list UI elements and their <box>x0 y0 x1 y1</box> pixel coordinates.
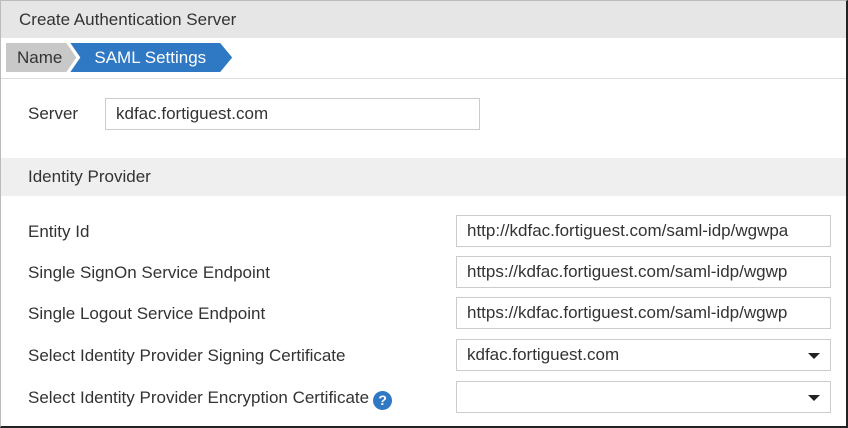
signing-cert-label: Select Identity Provider Signing Certifi… <box>28 346 346 365</box>
chevron-down-icon <box>808 395 820 401</box>
signing-cert-select[interactable]: kdfac.fortiguest.com <box>456 339 831 371</box>
encryption-cert-select[interactable] <box>456 381 831 413</box>
encryption-cert-label: Select Identity Provider Encryption Cert… <box>28 388 370 407</box>
breadcrumb: Name SAML Settings <box>6 43 232 72</box>
dialog-title: Create Authentication Server <box>1 1 846 38</box>
entity-id-input[interactable]: http://kdfac.fortiguest.com/saml-idp/wgw… <box>456 215 831 247</box>
slo-endpoint-label: Single Logout Service Endpoint <box>28 304 266 323</box>
breadcrumb-step-name[interactable]: Name <box>6 43 76 72</box>
signing-cert-value: kdfac.fortiguest.com <box>467 345 620 364</box>
encryption-cert-label-row: Select Identity Provider Encryption Cert… <box>28 388 393 410</box>
server-label: Server <box>28 104 79 123</box>
chevron-down-icon <box>808 353 820 359</box>
server-input[interactable]: kdfac.fortiguest.com <box>105 98 480 130</box>
sso-endpoint-input[interactable]: https://kdfac.fortiguest.com/saml-idp/wg… <box>456 256 831 288</box>
entity-id-label: Entity Id <box>28 222 90 241</box>
slo-endpoint-input[interactable]: https://kdfac.fortiguest.com/saml-idp/wg… <box>456 297 831 329</box>
help-icon[interactable]: ? <box>373 391 393 410</box>
divider <box>1 78 846 79</box>
identity-provider-heading: Identity Provider <box>1 158 846 196</box>
breadcrumb-step-saml-settings[interactable]: SAML Settings <box>70 43 232 72</box>
sso-endpoint-label: Single SignOn Service Endpoint <box>28 263 270 282</box>
